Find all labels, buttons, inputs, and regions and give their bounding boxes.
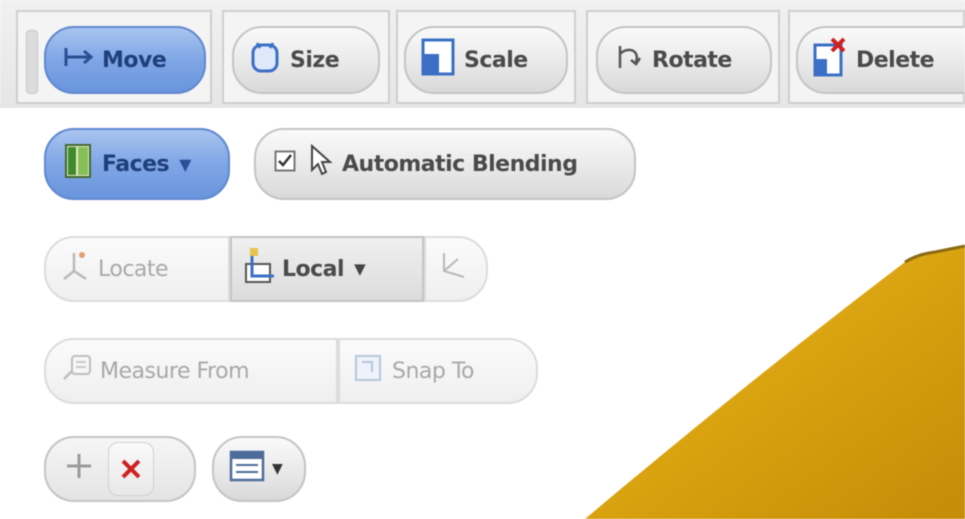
axis-triad-icon	[436, 249, 470, 289]
faces-dropdown[interactable]: Faces ▼	[44, 128, 230, 200]
toolbar-grip[interactable]	[26, 30, 38, 94]
locate-icon	[60, 249, 90, 289]
automatic-blending-label: Automatic Blending	[342, 151, 578, 177]
measure-from-label: Measure From	[100, 358, 250, 384]
checkbox-icon[interactable]	[274, 150, 296, 178]
move-button[interactable]: Move	[44, 26, 206, 94]
layout-icon	[228, 448, 268, 490]
rotate-button[interactable]: Rotate	[596, 26, 772, 94]
snap-icon	[352, 350, 386, 392]
scale-label: Scale	[464, 47, 528, 73]
scale-button[interactable]: Scale	[404, 26, 568, 94]
coordinate-system-dropdown[interactable]: Local ▼	[230, 236, 424, 302]
plus-icon[interactable]	[62, 449, 96, 489]
chevron-down-icon: ▼	[179, 154, 191, 174]
faces-icon	[64, 142, 94, 186]
automatic-blending-toggle[interactable]: Automatic Blending	[254, 128, 636, 200]
locate-label: Locate	[98, 256, 169, 282]
chevron-down-icon: ▼	[272, 461, 283, 477]
red-x-icon[interactable]	[108, 442, 154, 496]
orientation-button[interactable]	[424, 236, 488, 302]
chevron-down-icon: ▼	[354, 260, 366, 278]
measure-icon	[62, 353, 94, 389]
local-axis-icon	[242, 246, 278, 292]
size-label: Size	[290, 47, 340, 73]
faces-label: Faces	[102, 151, 170, 177]
delete-label: Delete	[856, 47, 935, 73]
move-label: Move	[102, 47, 167, 73]
delete-button[interactable]: Delete	[796, 26, 965, 94]
rotate-icon	[614, 42, 644, 78]
locate-button[interactable]: Locate	[44, 236, 230, 302]
rotate-label: Rotate	[652, 47, 732, 73]
layout-dropdown[interactable]: ▼	[212, 436, 306, 502]
size-icon	[248, 39, 282, 81]
scale-icon	[420, 37, 456, 83]
delete-icon	[812, 37, 848, 83]
move-arrow-icon	[62, 42, 96, 78]
add-remove-group	[44, 436, 196, 502]
snap-to-label: Snap To	[392, 358, 475, 384]
local-label: Local	[282, 256, 345, 282]
size-button[interactable]: Size	[232, 26, 380, 94]
cursor-blend-icon	[306, 143, 336, 184]
measure-from-button[interactable]: Measure From	[44, 338, 338, 404]
snap-to-button[interactable]: Snap To	[338, 338, 538, 404]
